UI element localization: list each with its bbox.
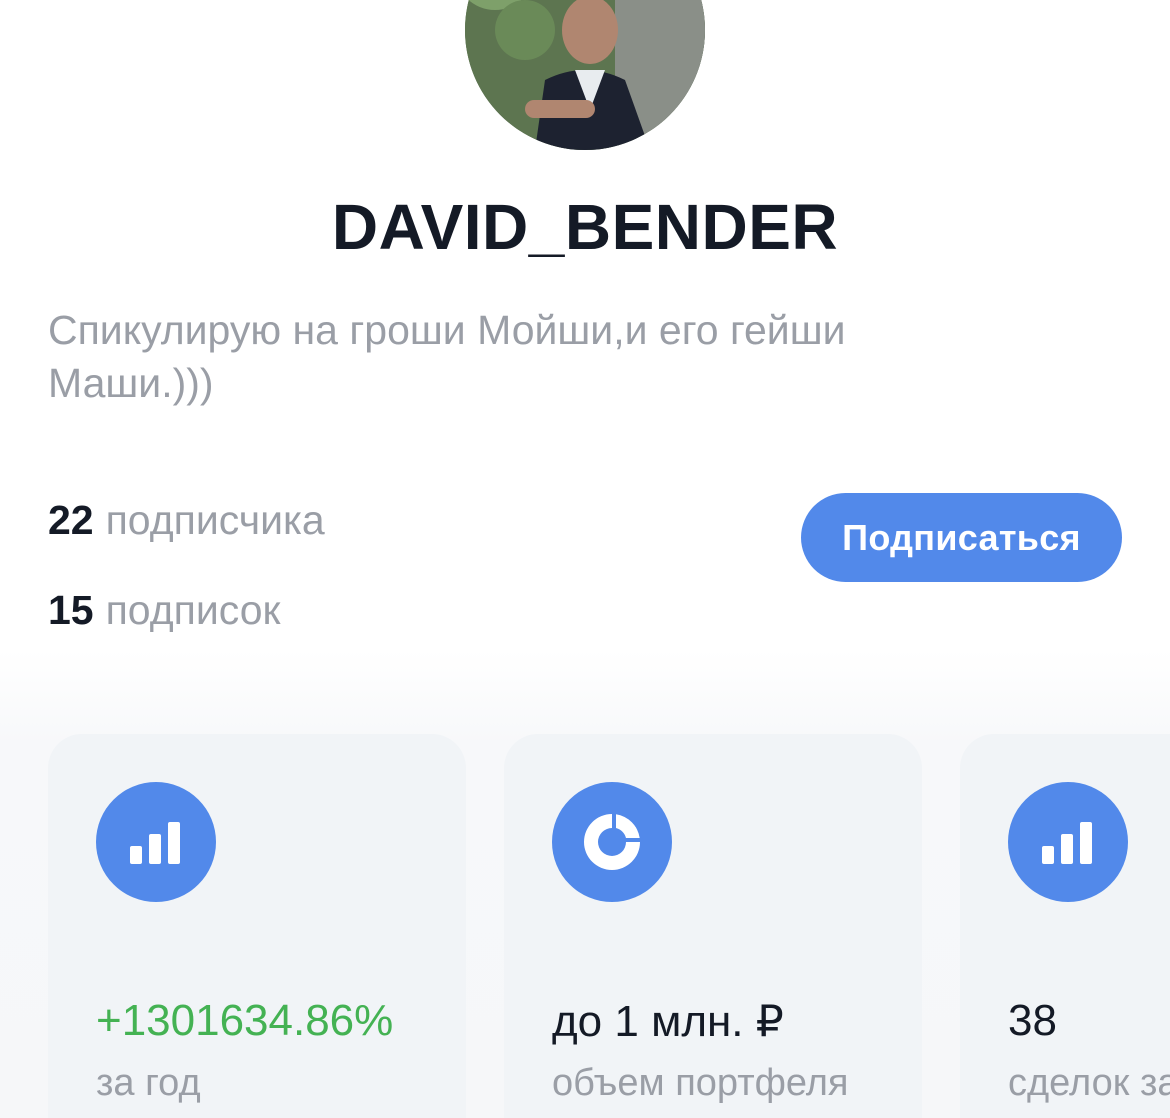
portfolio-size-label: объем портфеля [552, 1062, 849, 1104]
profile-bio: Спикулирую на гроши Мойши,и его гейши Ма… [48, 307, 846, 406]
followers-label: подписчика [105, 497, 325, 543]
bar-chart-icon [1008, 782, 1128, 902]
stat-card-trades[interactable]: 38 сделок за [960, 734, 1170, 1118]
yearly-return-value: +1301634.86% [96, 996, 394, 1045]
avatar[interactable] [465, 0, 705, 150]
avatar-photo [465, 0, 705, 150]
stat-card-portfolio-size[interactable]: до 1 млн. ₽ объем портфеля [504, 734, 922, 1118]
profile-page: DAVID_BENDER Спикулирую на гроши Мойши,и… [0, 0, 1170, 1118]
following-stat[interactable]: 15 подписок [48, 587, 280, 634]
following-count: 15 [48, 587, 94, 633]
trades-count-value: 38 [1008, 996, 1057, 1045]
portfolio-size-value: до 1 млн. ₽ [552, 997, 784, 1046]
yearly-return-label: за год [96, 1062, 201, 1104]
trades-count-label: сделок за [1008, 1062, 1170, 1104]
followers-count: 22 [48, 497, 94, 543]
username: DAVID_BENDER [331, 191, 839, 263]
followers-stat[interactable]: 22 подписчика [48, 497, 325, 544]
subscribe-button[interactable]: Подписаться [801, 493, 1122, 582]
following-label: подписок [105, 587, 281, 633]
stat-card-yearly-return[interactable]: +1301634.86% за год [48, 734, 466, 1118]
bar-chart-icon [96, 782, 216, 902]
donut-chart-icon [552, 782, 672, 902]
